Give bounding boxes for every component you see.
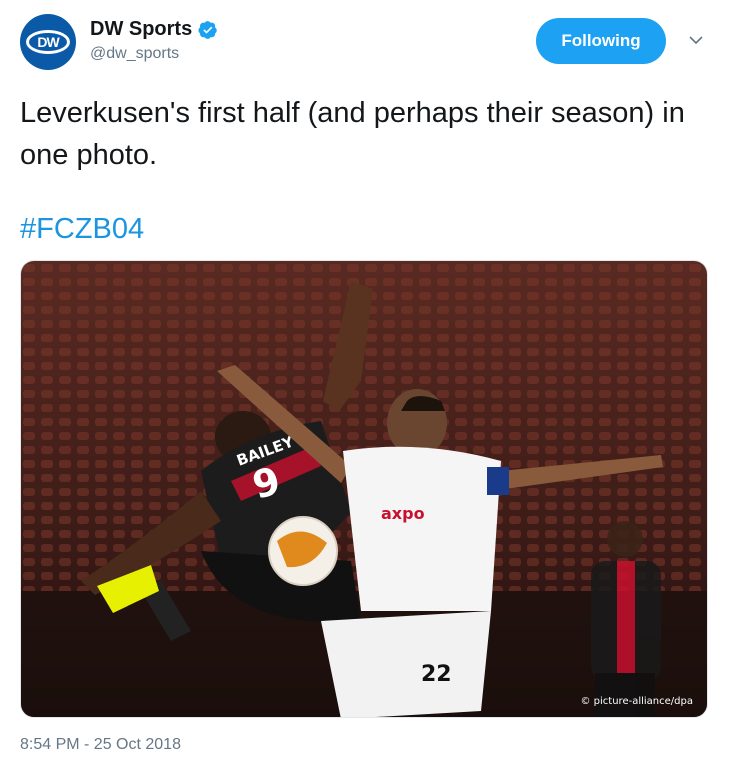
dw-logo-avatar[interactable]: DW xyxy=(20,14,76,70)
tweet-text: Leverkusen's first half (and perhaps the… xyxy=(20,97,685,171)
display-name[interactable]: DW Sports xyxy=(90,18,192,41)
football-photo: BAILEY 9 axpo 22 xyxy=(21,261,707,717)
chevron-down-icon[interactable] xyxy=(688,32,704,48)
sponsor-logo: axpo xyxy=(381,504,425,523)
hashtag-link[interactable]: #FCZB04 xyxy=(20,208,144,250)
verified-badge-icon xyxy=(198,20,217,39)
football xyxy=(268,516,338,586)
tweet-timestamp[interactable]: 8:54 PM - 25 Oct 2018 xyxy=(20,736,181,754)
account-names: DW Sports @dw_sports xyxy=(90,18,218,63)
account-handle[interactable]: @dw_sports xyxy=(90,45,218,63)
tweet-photo[interactable]: BAILEY 9 axpo 22 © picture-alliance/dpa xyxy=(20,260,708,718)
dw-logo-icon: DW xyxy=(26,30,70,54)
tweet-header: DW DW Sports @dw_sports Following xyxy=(20,14,710,74)
display-name-row: DW Sports xyxy=(90,18,218,41)
following-button[interactable]: Following xyxy=(536,18,666,64)
shorts-number: 22 xyxy=(421,662,452,687)
photo-credit: © picture-alliance/dpa xyxy=(580,696,694,707)
